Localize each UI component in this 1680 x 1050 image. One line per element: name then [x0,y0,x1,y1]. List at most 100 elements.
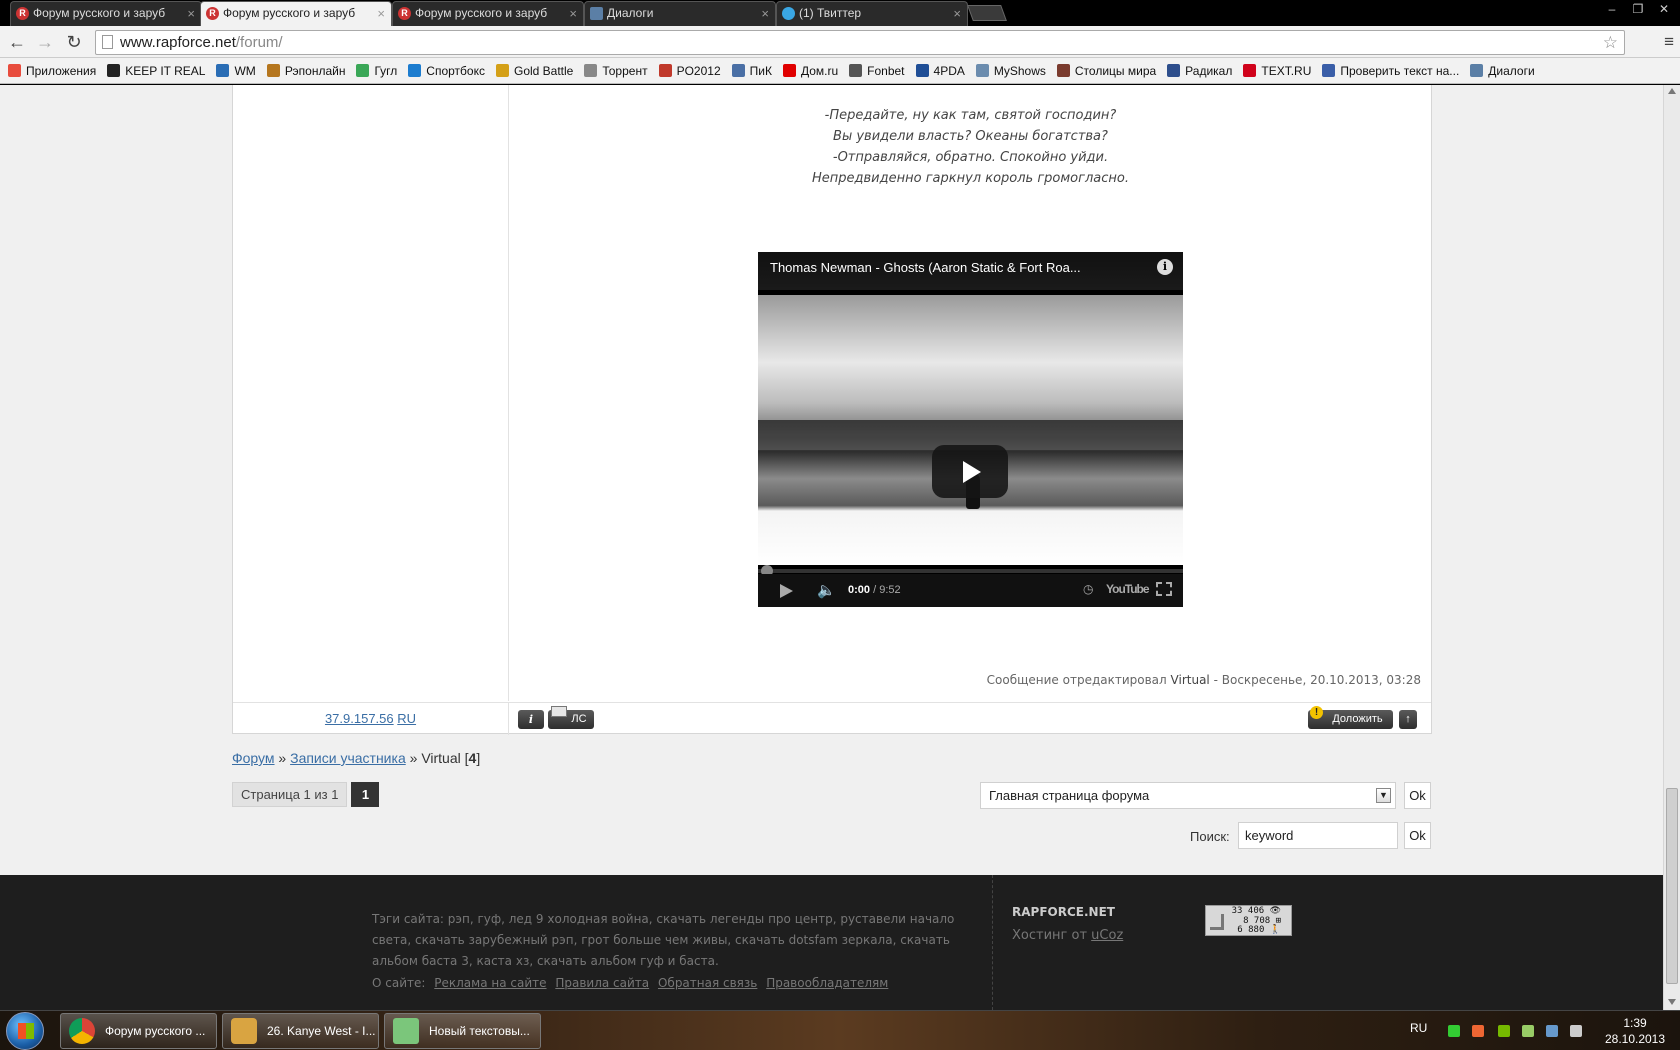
minimize-icon[interactable]: – [1600,0,1624,18]
start-button[interactable] [6,1012,44,1050]
play-button[interactable] [932,445,1008,498]
browser-tab-1[interactable]: R Форум русского и заруб × [10,1,202,26]
bookmark-item[interactable]: ПиК [731,64,772,78]
scroll-up-arrow[interactable] [1668,88,1676,94]
about-label: О сайте: [372,976,426,990]
tray-app-icon[interactable] [1448,1025,1460,1037]
edit-note: Сообщение отредактировал Virtual - Воскр… [987,673,1421,687]
bookmark-item[interactable]: Гугл [356,64,397,78]
close-tab-icon[interactable]: × [761,2,769,25]
language-indicator[interactable]: RU [1410,1021,1427,1035]
bookmark-item[interactable]: Gold Battle [495,64,573,78]
tray-utility-icon[interactable] [1522,1025,1534,1037]
user-info-button[interactable]: i [518,710,544,729]
youtube-embed[interactable]: Thomas Newman - Ghosts (Aaron Static & F… [758,252,1183,607]
forward-arrow-icon[interactable]: → [34,32,56,52]
bookmark-item[interactable]: Спортбокс [408,64,485,78]
bookmark-item[interactable]: Торрент [584,64,648,78]
private-message-button[interactable]: ЛС [548,706,594,729]
edit-note-prefix: Сообщение отредактировал [986,673,1167,687]
volume-icon[interactable]: 🔈 [817,581,836,599]
restore-icon[interactable]: ❐ [1626,0,1650,18]
taskbar-item-label: Форум русского ... [105,1024,206,1038]
breadcrumb-count: [4] [465,750,481,766]
bookmark-item[interactable]: Проверить текст на... [1322,64,1459,78]
taskbar-item-chrome[interactable]: Форум русского ... [60,1013,217,1049]
menu-icon[interactable]: ≡ [1664,32,1674,52]
search-ok-button[interactable]: Ok [1404,822,1431,849]
bookmark-item[interactable]: Fonbet [849,64,905,78]
bookmark-item[interactable]: Столицы мира [1056,64,1156,78]
bookmark-item[interactable]: WM [216,64,256,78]
tray-speaker-alert-icon[interactable] [1472,1025,1484,1037]
chevron-down-icon[interactable]: ▼ [1376,788,1391,803]
video-title[interactable]: Thomas Newman - Ghosts (Aaron Static & F… [758,252,1183,290]
footer-link-ads[interactable]: Реклама на сайте [434,976,546,990]
youtube-logo[interactable]: YouTube [1106,582,1150,596]
ucoz-link[interactable]: uCoz [1091,928,1123,943]
report-button[interactable]: ! Доложить [1308,706,1393,729]
new-tab-button[interactable] [967,5,1007,21]
taskbar-item-notepad[interactable]: Новый текстовы... [384,1013,541,1049]
video-progress-bar[interactable] [758,565,1183,577]
bookmark-label: Радикал [1185,63,1233,78]
video-thumbnail[interactable] [758,295,1183,565]
bookmark-item[interactable]: Рэпонлайн [266,64,345,78]
jump-ok-button[interactable]: Ok [1404,782,1431,809]
clock[interactable]: 1:39 28.10.2013 [1600,1015,1670,1047]
bookmark-item[interactable]: Диалоги [1470,64,1535,78]
breadcrumb-user-posts[interactable]: Записи участника [290,750,406,766]
current-page[interactable]: 1 [351,782,380,807]
close-tab-icon[interactable]: × [377,2,385,25]
close-tab-icon[interactable]: × [953,2,961,25]
tab-title: Диалоги [607,6,654,20]
search-input[interactable]: keyword [1238,822,1398,849]
bookmark-item[interactable]: 4PDA [915,64,965,78]
breadcrumb-forum[interactable]: Форум [232,750,275,766]
page-count-label: Страница 1 из 1 [232,782,348,807]
footer-link-rules[interactable]: Правила сайта [555,976,649,990]
clock-date: 28.10.2013 [1604,1032,1666,1046]
bookmark-label: Гугл [374,63,398,78]
bookmark-item[interactable]: PO2012 [658,64,721,78]
scroll-down-arrow[interactable] [1668,999,1676,1005]
bookmark-favicon-icon [849,64,863,77]
bookmark-item[interactable]: KEEP IT REAL [107,64,205,78]
browser-tab-3[interactable]: R Форум русского и заруб × [392,1,584,26]
browser-tab-2[interactable]: R Форум русского и заруб × [200,1,392,26]
bookmark-item[interactable]: Приложения [8,64,96,78]
browser-tab-4[interactable]: Диалоги × [584,1,776,26]
watch-later-icon[interactable]: ◷ [1083,582,1093,596]
reload-icon[interactable]: ↻ [63,32,85,52]
close-window-icon[interactable]: ✕ [1652,0,1676,18]
scrollbar-thumb[interactable] [1666,788,1678,984]
play-icon[interactable] [780,584,793,598]
info-icon[interactable]: i [1157,259,1173,275]
fullscreen-icon[interactable] [1156,582,1172,596]
forum-jump-select[interactable]: Главная страница форума ▼ [980,782,1396,809]
bookmark-star-icon[interactable]: ☆ [1603,31,1618,54]
page-scrollbar[interactable] [1663,85,1680,1010]
bookmark-item[interactable]: TEXT.RU [1243,64,1311,78]
tab-title: Форум русского и заруб [223,6,356,20]
footer-link-copyright[interactable]: Правообладателям [766,976,888,990]
back-arrow-icon[interactable]: ← [6,32,28,52]
footer-link-feedback[interactable]: Обратная связь [658,976,757,990]
volume-icon[interactable] [1570,1025,1582,1037]
edit-note-suffix: - Воскресенье, 20.10.2013, 03:28 [1213,673,1421,687]
browser-tab-5[interactable]: (1) Твиттер × [776,1,968,26]
close-tab-icon[interactable]: × [569,2,577,25]
close-tab-icon[interactable]: × [187,2,195,25]
bookmark-item[interactable]: Радикал [1167,64,1232,78]
scroll-top-button[interactable]: ↑ [1399,710,1417,729]
nvidia-icon[interactable] [1498,1025,1510,1037]
visitor-counter[interactable]: 33 406 👁 8 708 ⊞ 6 880 🚶 [1205,905,1292,936]
network-icon[interactable] [1546,1025,1558,1037]
site-footer: Тэги сайта: рэп, гуф, лед 9 холодная вой… [0,875,1663,1010]
address-bar[interactable]: www.rapforce.net/forum/ ☆ [95,30,1625,55]
ip-link[interactable]: 37.9.157.56 [325,711,394,726]
bookmark-item[interactable]: Дом.ru [782,64,838,78]
taskbar-item-player[interactable]: 26. Kanye West - I... [222,1013,379,1049]
country-link[interactable]: RU [397,711,416,726]
bookmark-item[interactable]: MyShows [975,64,1046,78]
